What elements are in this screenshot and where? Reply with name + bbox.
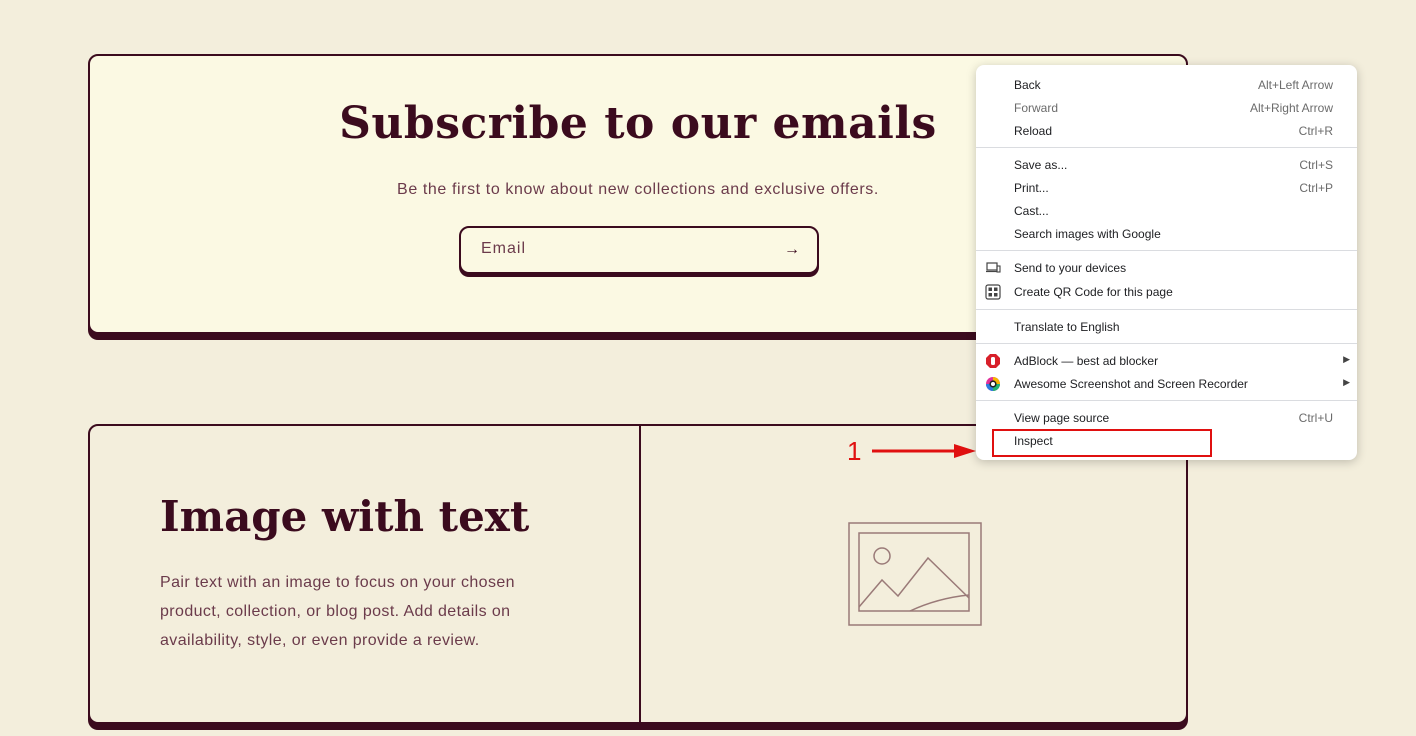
awesome-screenshot-icon: [986, 377, 1000, 391]
context-menu: Back Alt+Left Arrow Forward Alt+Right Ar…: [976, 65, 1357, 460]
arrow-right-icon[interactable]: →: [779, 238, 805, 264]
menu-item-label: Back: [1014, 78, 1041, 92]
image-with-text-section: Image with text Pair text with an image …: [88, 424, 1188, 724]
email-placeholder: Email: [481, 240, 527, 257]
qr-code-icon: [985, 284, 1001, 300]
annotation-arrow-icon: [872, 444, 976, 458]
submenu-arrow-icon: ▶: [1343, 354, 1350, 364]
menu-item-label: Send to your devices: [1014, 261, 1127, 275]
menu-item-reload[interactable]: Reload Ctrl+R: [976, 120, 1357, 143]
menu-item-translate[interactable]: Translate to English: [976, 316, 1357, 339]
menu-item-shortcut: Ctrl+S: [1299, 158, 1333, 172]
menu-item-send-to-devices[interactable]: Send to your devices: [976, 257, 1357, 280]
annotation-number: 1: [847, 436, 862, 466]
menu-item-label: Forward: [1014, 101, 1059, 115]
menu-item-label: View page source: [1014, 411, 1110, 425]
email-input[interactable]: Email →: [459, 226, 819, 274]
menu-item-view-source[interactable]: View page source Ctrl+U: [976, 407, 1357, 430]
menu-separator: [976, 147, 1357, 148]
menu-item-label: Search images with Google: [1014, 227, 1161, 241]
menu-item-shortcut: Ctrl+U: [1298, 411, 1333, 425]
menu-item-label: Translate to English: [1014, 320, 1120, 334]
menu-item-label: Reload: [1014, 124, 1053, 138]
menu-separator: [976, 400, 1357, 401]
menu-item-print[interactable]: Print... Ctrl+P: [976, 177, 1357, 200]
menu-separator: [976, 250, 1357, 251]
menu-item-back[interactable]: Back Alt+Left Arrow: [976, 74, 1357, 97]
menu-item-shortcut: Ctrl+P: [1299, 181, 1333, 195]
menu-item-label: Cast...: [1014, 204, 1049, 218]
menu-item-shortcut: Ctrl+R: [1298, 124, 1333, 138]
menu-item-cast[interactable]: Cast...: [976, 200, 1357, 223]
inspect-highlight-box: [992, 429, 1212, 457]
image-with-text-body: Pair text with an image to focus on your…: [160, 574, 515, 649]
menu-item-label: AdBlock — best ad blocker: [1014, 354, 1159, 368]
adblock-icon: [986, 354, 1000, 368]
menu-item-shortcut: Alt+Left Arrow: [1257, 78, 1333, 92]
submenu-arrow-icon: ▶: [1343, 377, 1350, 387]
menu-separator: [976, 309, 1357, 310]
image-placeholder-icon: [848, 522, 982, 626]
menu-item-label: Awesome Screenshot and Screen Recorder: [1014, 377, 1248, 391]
devices-icon: [986, 262, 1001, 273]
menu-item-create-qr[interactable]: Create QR Code for this page: [976, 281, 1357, 304]
menu-item-forward[interactable]: Forward Alt+Right Arrow: [976, 97, 1357, 120]
menu-item-shortcut: Alt+Right Arrow: [1249, 101, 1333, 115]
menu-item-label: Create QR Code for this page: [1014, 285, 1173, 299]
image-with-text-title: Image with text: [160, 492, 530, 541]
menu-separator: [976, 343, 1357, 344]
menu-item-adblock[interactable]: AdBlock — best ad blocker ▶: [976, 350, 1357, 373]
menu-item-label: Save as...: [1014, 158, 1068, 172]
menu-item-awesome-screenshot[interactable]: Awesome Screenshot and Screen Recorder ▶: [976, 373, 1357, 396]
menu-item-search-images[interactable]: Search images with Google: [976, 223, 1357, 246]
menu-item-save-as[interactable]: Save as... Ctrl+S: [976, 154, 1357, 177]
menu-item-label: Print...: [1014, 181, 1049, 195]
section-divider: [639, 426, 641, 722]
